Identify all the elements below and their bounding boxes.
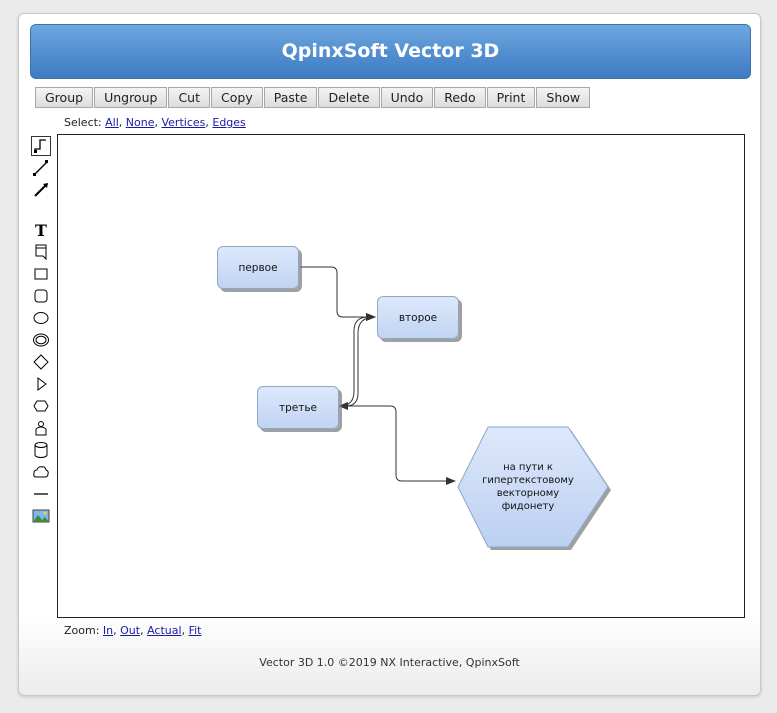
show-button[interactable]: Show bbox=[536, 87, 591, 108]
select-tool-icon[interactable] bbox=[31, 136, 51, 156]
undo-button[interactable]: Undo bbox=[380, 87, 434, 108]
node-third[interactable]: третье bbox=[257, 386, 339, 429]
zoom-label: Zoom: bbox=[64, 624, 100, 637]
select-vertices-link[interactable]: Vertices bbox=[161, 116, 205, 129]
copy-button[interactable]: Copy bbox=[211, 87, 263, 108]
edge-first-to-second[interactable] bbox=[300, 266, 376, 321]
zoom-actual-link[interactable]: Actual bbox=[147, 624, 181, 637]
edge-second-to-third[interactable] bbox=[338, 316, 376, 410]
group-button[interactable]: Group bbox=[35, 87, 94, 108]
rectangle-tool-icon[interactable] bbox=[31, 264, 51, 284]
hexagon-node[interactable] bbox=[457, 426, 609, 548]
ungroup-button[interactable]: Ungroup bbox=[94, 87, 168, 108]
paste-button[interactable]: Paste bbox=[263, 87, 318, 108]
node-second[interactable]: второе bbox=[377, 296, 459, 339]
edge-third-to-hexagon[interactable] bbox=[340, 405, 456, 485]
ellipse-tool-icon[interactable] bbox=[31, 308, 51, 328]
double-ellipse-tool-icon[interactable] bbox=[31, 330, 51, 350]
toolbar: Group Ungroup Cut Copy Paste Delete Undo Redo Pr… bbox=[35, 87, 591, 109]
app-title: QpinxSoft Vector 3D bbox=[30, 24, 751, 79]
footer-copyright: Vector 3D 1.0 ©2019 NX Interactive, Qpin… bbox=[259, 656, 520, 669]
zoom-fit-link[interactable]: Fit bbox=[189, 624, 202, 637]
actor-tool-icon[interactable] bbox=[31, 418, 51, 438]
line-tool-icon[interactable] bbox=[31, 158, 51, 178]
select-label: Select: bbox=[64, 116, 102, 129]
select-all-link[interactable]: All bbox=[105, 116, 119, 129]
print-button[interactable]: Print bbox=[486, 87, 536, 108]
note-shape-tool-icon[interactable] bbox=[31, 242, 51, 262]
select-bar: Select: All, None, Vertices, Edges bbox=[64, 116, 246, 129]
redo-button[interactable]: Redo bbox=[434, 87, 486, 108]
drawing-canvas[interactable]: первое второе третье на пути к гипертекс… bbox=[57, 134, 745, 618]
triangle-tool-icon[interactable] bbox=[31, 374, 51, 394]
zoom-in-link[interactable]: In bbox=[103, 624, 113, 637]
app-window: QpinxSoft Vector 3D Group Ungroup Cut Copy P… bbox=[18, 13, 761, 696]
select-none-link[interactable]: None bbox=[126, 116, 155, 129]
cloud-tool-icon[interactable] bbox=[31, 462, 51, 482]
horizontal-line-tool-icon[interactable] bbox=[31, 484, 51, 504]
zoom-bar: Zoom: In, Out, Actual, Fit bbox=[64, 624, 202, 637]
cylinder-tool-icon[interactable] bbox=[31, 440, 51, 460]
cut-button[interactable]: Cut bbox=[168, 87, 211, 108]
edges-layer bbox=[300, 266, 611, 550]
arrow-line-tool-icon[interactable] bbox=[31, 180, 51, 200]
zoom-out-link[interactable]: Out bbox=[120, 624, 140, 637]
delete-button[interactable]: Delete bbox=[318, 87, 380, 108]
select-edges-link[interactable]: Edges bbox=[212, 116, 245, 129]
text-tool-icon[interactable]: T bbox=[31, 220, 51, 240]
node-first[interactable]: первое bbox=[217, 246, 299, 289]
image-tool-icon[interactable] bbox=[31, 506, 51, 526]
diamond-tool-icon[interactable] bbox=[31, 352, 51, 372]
hexagon-tool-icon[interactable] bbox=[31, 396, 51, 416]
rounded-rectangle-tool-icon[interactable] bbox=[31, 286, 51, 306]
